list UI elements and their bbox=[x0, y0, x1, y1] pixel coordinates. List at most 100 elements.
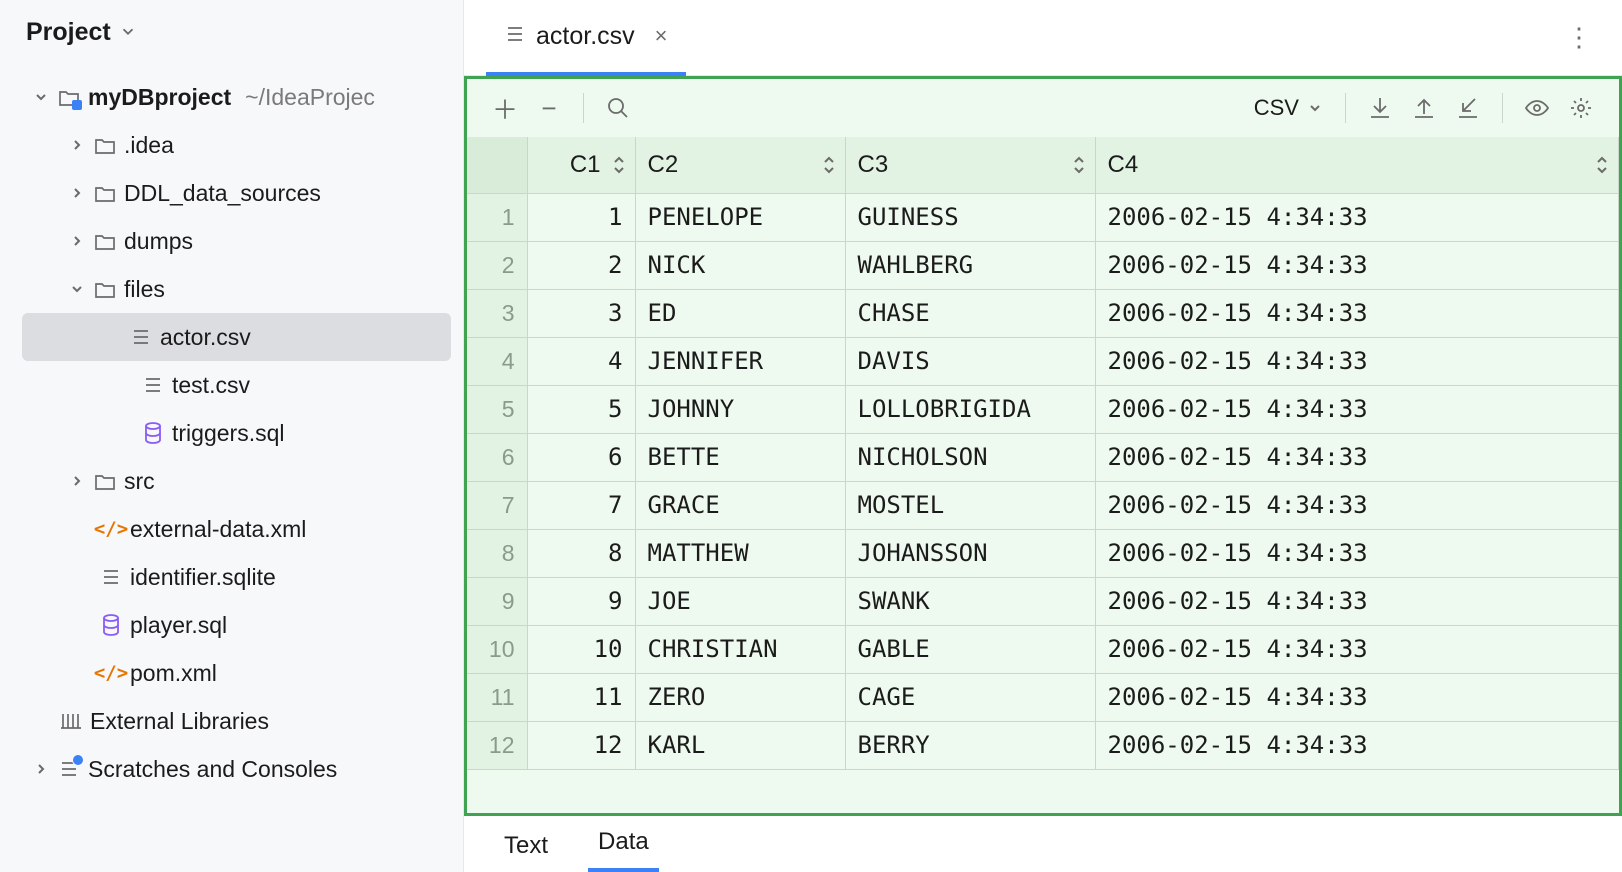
chevron-down-icon[interactable] bbox=[119, 22, 137, 44]
row-number[interactable]: 3 bbox=[467, 289, 527, 337]
cell-c1[interactable]: 11 bbox=[527, 673, 635, 721]
tree-node-dumps[interactable]: dumps bbox=[10, 217, 463, 265]
settings-button[interactable] bbox=[1561, 88, 1601, 128]
cell-c2[interactable]: CHRISTIAN bbox=[635, 625, 845, 673]
cell-c1[interactable]: 10 bbox=[527, 625, 635, 673]
tree-node-test-csv[interactable]: test.csv bbox=[10, 361, 463, 409]
table-row[interactable]: 1111ZEROCAGE2006-02-15 4:34:33 bbox=[467, 673, 1619, 721]
chevron-down-icon[interactable] bbox=[32, 90, 50, 104]
cell-c2[interactable]: JOE bbox=[635, 577, 845, 625]
cell-c1[interactable]: 2 bbox=[527, 241, 635, 289]
row-number[interactable]: 1 bbox=[467, 193, 527, 241]
cell-c2[interactable]: ZERO bbox=[635, 673, 845, 721]
cell-c3[interactable]: CHASE bbox=[845, 289, 1095, 337]
cell-c4[interactable]: 2006-02-15 4:34:33 bbox=[1095, 193, 1619, 241]
tree-node-identifier-sqlite[interactable]: identifier.sqlite bbox=[10, 553, 463, 601]
cell-c2[interactable]: ED bbox=[635, 289, 845, 337]
cell-c1[interactable]: 7 bbox=[527, 481, 635, 529]
search-button[interactable] bbox=[598, 88, 638, 128]
table-row[interactable]: 55JOHNNYLOLLOBRIGIDA2006-02-15 4:34:33 bbox=[467, 385, 1619, 433]
column-header-c1[interactable]: C1 bbox=[527, 137, 635, 193]
tree-node-ddl[interactable]: DDL_data_sources bbox=[10, 169, 463, 217]
cell-c3[interactable]: MOSTEL bbox=[845, 481, 1095, 529]
cell-c3[interactable]: GABLE bbox=[845, 625, 1095, 673]
chevron-right-icon[interactable] bbox=[68, 186, 86, 200]
cell-c4[interactable]: 2006-02-15 4:34:33 bbox=[1095, 433, 1619, 481]
cell-c2[interactable]: JENNIFER bbox=[635, 337, 845, 385]
row-number[interactable]: 5 bbox=[467, 385, 527, 433]
cell-c3[interactable]: LOLLOBRIGIDA bbox=[845, 385, 1095, 433]
cell-c4[interactable]: 2006-02-15 4:34:33 bbox=[1095, 673, 1619, 721]
cell-c3[interactable]: GUINESS bbox=[845, 193, 1095, 241]
row-number[interactable]: 11 bbox=[467, 673, 527, 721]
tree-node-files[interactable]: files bbox=[10, 265, 463, 313]
chevron-right-icon[interactable] bbox=[68, 234, 86, 248]
row-number[interactable]: 9 bbox=[467, 577, 527, 625]
cell-c4[interactable]: 2006-02-15 4:34:33 bbox=[1095, 337, 1619, 385]
cell-c4[interactable]: 2006-02-15 4:34:33 bbox=[1095, 529, 1619, 577]
tree-node-src[interactable]: src bbox=[10, 457, 463, 505]
cell-c1[interactable]: 12 bbox=[527, 721, 635, 769]
table-row[interactable]: 1010CHRISTIANGABLE2006-02-15 4:34:33 bbox=[467, 625, 1619, 673]
cell-c4[interactable]: 2006-02-15 4:34:33 bbox=[1095, 625, 1619, 673]
cell-c1[interactable]: 4 bbox=[527, 337, 635, 385]
cell-c1[interactable]: 8 bbox=[527, 529, 635, 577]
cell-c2[interactable]: MATTHEW bbox=[635, 529, 845, 577]
table-row[interactable]: 22NICKWAHLBERG2006-02-15 4:34:33 bbox=[467, 241, 1619, 289]
cell-c4[interactable]: 2006-02-15 4:34:33 bbox=[1095, 577, 1619, 625]
row-number[interactable]: 10 bbox=[467, 625, 527, 673]
sidebar-header[interactable]: Project bbox=[0, 0, 463, 73]
row-number[interactable]: 4 bbox=[467, 337, 527, 385]
cell-c2[interactable]: KARL bbox=[635, 721, 845, 769]
cell-c2[interactable]: NICK bbox=[635, 241, 845, 289]
remove-row-button[interactable]: − bbox=[529, 88, 569, 128]
data-grid-wrapper[interactable]: C1 C2 C3 C4 bbox=[467, 137, 1619, 813]
cell-c2[interactable]: BETTE bbox=[635, 433, 845, 481]
view-button[interactable] bbox=[1517, 88, 1557, 128]
gutter-header[interactable] bbox=[467, 137, 527, 193]
tree-node-idea[interactable]: .idea bbox=[10, 121, 463, 169]
sort-icon[interactable] bbox=[613, 156, 625, 174]
tree-node-external-libraries[interactable]: External Libraries bbox=[10, 697, 463, 745]
table-row[interactable]: 1212KARLBERRY2006-02-15 4:34:33 bbox=[467, 721, 1619, 769]
cell-c4[interactable]: 2006-02-15 4:34:33 bbox=[1095, 481, 1619, 529]
cell-c4[interactable]: 2006-02-15 4:34:33 bbox=[1095, 289, 1619, 337]
copy-to-button[interactable] bbox=[1448, 88, 1488, 128]
row-number[interactable]: 12 bbox=[467, 721, 527, 769]
row-number[interactable]: 2 bbox=[467, 241, 527, 289]
cell-c3[interactable]: SWANK bbox=[845, 577, 1095, 625]
cell-c3[interactable]: DAVIS bbox=[845, 337, 1095, 385]
editor-tab-actor-csv[interactable]: actor.csv × bbox=[486, 0, 686, 76]
format-dropdown[interactable]: CSV bbox=[1246, 95, 1331, 121]
cell-c3[interactable]: BERRY bbox=[845, 721, 1095, 769]
row-number[interactable]: 8 bbox=[467, 529, 527, 577]
cell-c1[interactable]: 3 bbox=[527, 289, 635, 337]
cell-c1[interactable]: 5 bbox=[527, 385, 635, 433]
table-row[interactable]: 88MATTHEWJOHANSSON2006-02-15 4:34:33 bbox=[467, 529, 1619, 577]
column-header-c4[interactable]: C4 bbox=[1095, 137, 1619, 193]
tab-text[interactable]: Text bbox=[494, 820, 558, 872]
table-row[interactable]: 66BETTENICHOLSON2006-02-15 4:34:33 bbox=[467, 433, 1619, 481]
cell-c4[interactable]: 2006-02-15 4:34:33 bbox=[1095, 385, 1619, 433]
add-row-button[interactable]: ＋ bbox=[485, 88, 525, 128]
cell-c2[interactable]: JOHNNY bbox=[635, 385, 845, 433]
cell-c2[interactable]: PENELOPE bbox=[635, 193, 845, 241]
chevron-right-icon[interactable] bbox=[68, 474, 86, 488]
tree-node-external-data-xml[interactable]: </> external-data.xml bbox=[10, 505, 463, 553]
cell-c3[interactable]: CAGE bbox=[845, 673, 1095, 721]
table-row[interactable]: 77GRACEMOSTEL2006-02-15 4:34:33 bbox=[467, 481, 1619, 529]
table-row[interactable]: 99JOESWANK2006-02-15 4:34:33 bbox=[467, 577, 1619, 625]
cell-c3[interactable]: JOHANSSON bbox=[845, 529, 1095, 577]
kebab-menu-icon[interactable]: ⋮ bbox=[1556, 22, 1604, 53]
tree-node-scratches[interactable]: Scratches and Consoles bbox=[10, 745, 463, 793]
tree-node-actor-csv[interactable]: actor.csv bbox=[22, 313, 451, 361]
table-row[interactable]: 33EDCHASE2006-02-15 4:34:33 bbox=[467, 289, 1619, 337]
column-header-c3[interactable]: C3 bbox=[845, 137, 1095, 193]
chevron-down-icon[interactable] bbox=[68, 282, 86, 296]
chevron-right-icon[interactable] bbox=[68, 138, 86, 152]
cell-c1[interactable]: 6 bbox=[527, 433, 635, 481]
close-tab-icon[interactable]: × bbox=[655, 23, 668, 49]
table-row[interactable]: 11PENELOPEGUINESS2006-02-15 4:34:33 bbox=[467, 193, 1619, 241]
import-button[interactable] bbox=[1360, 88, 1400, 128]
tree-node-player-sql[interactable]: player.sql bbox=[10, 601, 463, 649]
